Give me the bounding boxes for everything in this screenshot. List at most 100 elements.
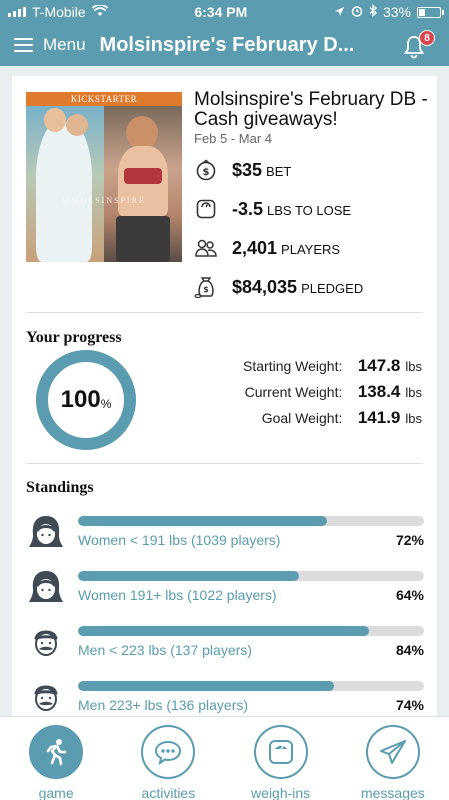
goal-weight-value: 141.9 [357,408,401,427]
woman-avatar-icon [29,571,63,602]
tab-weigh-ins-circle[interactable] [253,725,308,779]
stat-players-unit: PLAYERS [281,241,341,257]
standing-row[interactable]: Men 223+ lbs (136 players) 74% [26,673,424,716]
bluetooth-icon [369,4,377,20]
money-bag-icon: $ [194,158,218,182]
standing-bar-fill [78,516,328,526]
standing-row[interactable]: Women 191+ lbs (1022 players) 64% [26,563,424,607]
paper-plane-icon [379,740,406,764]
man-avatar-icon [34,630,58,656]
menu-icon[interactable] [14,38,33,52]
progress-percent: 100 % [34,348,138,452]
nav-bar: Menu Molsinspire's February D... [0,24,449,66]
battery-percent: 33% [382,4,411,20]
tab-messages-circle[interactable] [365,725,420,779]
stat-pledged-unit: PLEDGED [301,280,364,296]
notifications-button[interactable]: 8 [401,30,435,60]
wifi-icon [91,4,108,20]
page-title: Molsinspire's February D... [99,33,355,56]
game-card: KICKSTARTER @MOLSINSPIRE Molsinspire's F… [12,76,437,716]
tab-activities-circle[interactable] [141,725,196,779]
progress-percent-sign: % [100,397,112,411]
starting-weight-row: Starting Weight: 147.8 lbs [232,356,422,382]
stat-lose-value: -3.5 [232,198,264,219]
tab-game[interactable]: game [6,725,106,800]
photo-watermark: @MOLSINSPIRE [62,196,146,205]
standing-label: Women 191+ lbs (1022 players) [78,587,277,603]
stat-lose-unit: LBS TO LOSE [267,202,352,218]
carrier-label: T-Mobile [32,4,86,20]
game-photo[interactable]: KICKSTARTER @MOLSINSPIRE [26,92,182,262]
standing-label: Men < 223 lbs (137 players) [78,642,252,658]
stat-pledged: $ $84,035 PLEDGED [194,275,363,299]
status-bar: T-Mobile 6:34 PM 33% [0,0,449,24]
standing-label: Women < 191 lbs (1039 players) [78,532,281,548]
people-icon [194,236,218,260]
stat-pledged-value: $84,035 [232,276,298,297]
goal-weight-unit: lbs [405,411,422,426]
after-photo [104,106,182,262]
standing-percent: 84% [395,642,424,658]
bottom-tab-bar: game activities weigh-ins messages [0,716,449,800]
goal-weight-row: Goal Weight: 141.9 lbs [232,408,422,434]
standing-bar-fill [78,681,335,691]
starting-weight-label: Starting Weight: [243,358,343,374]
standing-percent: 72% [395,532,424,548]
man-avatar-icon [34,685,58,711]
standing-bar [78,626,424,636]
menu-button[interactable]: Menu [43,35,86,55]
tab-game-label[interactable]: game [39,785,74,800]
stat-players: 2,401 PLAYERS [194,236,340,260]
woman-avatar-icon [29,516,63,547]
standing-percent: 64% [395,587,424,603]
tab-weigh-ins[interactable]: weigh-ins [231,725,331,800]
standing-bar [78,516,424,526]
standing-label: Men 223+ lbs (136 players) [78,697,249,713]
battery-icon [416,6,444,18]
divider [26,312,423,313]
tab-activities[interactable]: activities [118,725,218,800]
tab-weigh-ins-label[interactable]: weigh-ins [251,785,310,800]
standing-percent: 74% [395,697,424,713]
stat-bet-value: $35 [232,159,263,180]
svg-text:$: $ [203,167,210,178]
stat-bet: $ $35 BET [194,158,291,182]
alarm-icon [351,4,363,20]
clock-label: 6:34 PM [194,4,248,20]
current-weight-label: Current Weight: [244,384,343,400]
before-photo [26,106,104,262]
standing-row[interactable]: Men < 223 lbs (137 players) 84% [26,618,424,662]
standing-bar [78,681,424,691]
progress-percent-value: 100 [60,386,101,413]
starting-weight-value: 147.8 [357,356,401,375]
progress-title: Your progress [26,329,122,346]
notification-badge: 8 [419,30,435,46]
weights-summary: Starting Weight: 147.8 lbs Current Weigh… [232,356,422,434]
scale-icon [194,197,218,221]
runner-icon [46,739,67,766]
standing-bar-fill [78,571,300,581]
current-weight-row: Current Weight: 138.4 lbs [232,382,422,408]
chat-bubble-icon [155,740,182,766]
current-weight-unit: lbs [405,385,422,400]
divider [26,463,423,464]
game-title: Molsinspire's February DB - Cash giveawa… [194,89,428,130]
tab-game-circle[interactable] [29,725,84,779]
tab-activities-label[interactable]: activities [142,785,196,800]
stat-lose: -3.5 LBS TO LOSE [194,197,351,221]
goal-weight-label: Goal Weight: [261,410,343,426]
signal-icon [8,7,26,17]
tab-messages[interactable]: messages [343,725,443,800]
svg-text:$: $ [203,285,209,294]
kickstarter-banner: KICKSTARTER [26,92,182,106]
top-bar: T-Mobile 6:34 PM 33% Menu Molsinspire's … [0,0,449,66]
standings-title: Standings [26,479,94,496]
standing-bar [78,571,424,581]
game-dates: Feb 5 - Mar 4 [194,131,273,146]
location-icon [334,4,345,20]
stat-players-value: 2,401 [232,237,278,258]
current-weight-value: 138.4 [357,382,401,401]
starting-weight-unit: lbs [405,359,422,374]
standing-row[interactable]: Women < 191 lbs (1039 players) 72% [26,508,424,552]
tab-messages-label[interactable]: messages [361,785,425,800]
